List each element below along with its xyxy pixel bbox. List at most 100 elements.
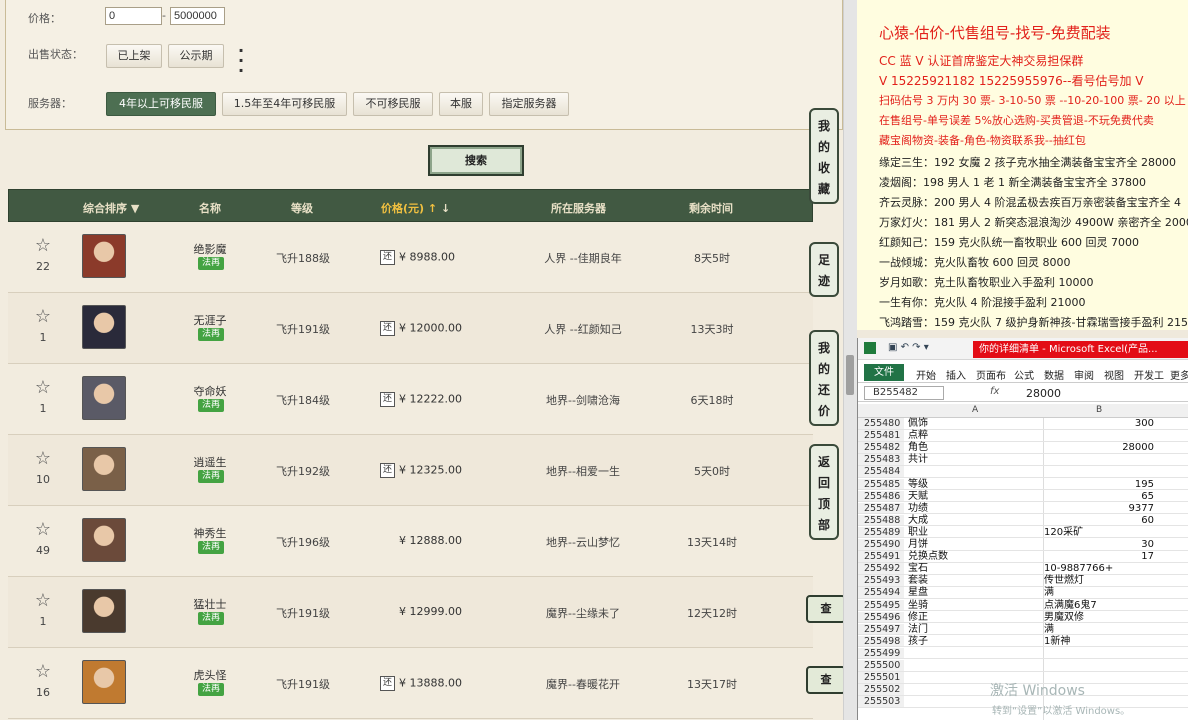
row-number[interactable]: 255482 (858, 442, 904, 453)
row-number[interactable]: 255487 (858, 502, 904, 513)
my-bargain-button[interactable]: 我的还价 (809, 330, 839, 426)
cell-b[interactable]: 17 (1044, 551, 1154, 562)
row-number[interactable]: 255486 (858, 490, 904, 501)
avatar[interactable] (82, 589, 126, 633)
server-specified-button[interactable]: 指定服务器 (489, 92, 569, 116)
table-row[interactable]: ☆ 16 虎头怪 法再 飞升191级 还 ¥ 13888.00 魔界--春暖花开 13天17时 查 (8, 648, 846, 719)
sheet-row[interactable]: 255496 修正 男魔双修 (858, 611, 1188, 624)
row-number[interactable]: 255485 (858, 478, 904, 489)
row-number[interactable]: 255498 (858, 635, 904, 647)
character-name[interactable]: 逍遥生 (184, 454, 236, 470)
sheet-row[interactable]: 255489 职业 120采矿 (858, 526, 1188, 539)
more-options-icon[interactable]: · · · (238, 43, 244, 79)
sheet-row[interactable]: 255487 功绩 9377 (858, 502, 1188, 515)
server-this-button[interactable]: 本服 (439, 92, 483, 116)
character-name[interactable]: 神秀生 (184, 525, 236, 541)
search-button[interactable]: 搜索 (428, 145, 524, 176)
cell-a[interactable]: 佩饰 (908, 418, 928, 429)
cell-a[interactable]: 孩子 (908, 636, 928, 647)
cell-b[interactable]: 点满魔6鬼7 (1044, 600, 1154, 611)
cell-b[interactable]: 满 (1044, 587, 1154, 598)
cell-a[interactable]: 坐骑 (908, 600, 928, 611)
status-public-button[interactable]: 公示期 (168, 44, 224, 68)
row-number[interactable]: 255497 (858, 623, 904, 634)
character-name[interactable]: 虎头怪 (184, 667, 236, 683)
row-number[interactable]: 255499 (858, 647, 904, 659)
formula-value[interactable]: 28000 (1026, 387, 1061, 400)
cell-a[interactable]: 等级 (908, 479, 928, 490)
cell-b[interactable]: 9377 (1044, 503, 1154, 514)
bargain-icon[interactable]: 还 (380, 392, 395, 407)
favorite-star-icon[interactable]: ☆ (33, 379, 53, 399)
character-name[interactable]: 绝影魔 (184, 241, 236, 257)
sheet-row[interactable]: 255484 (858, 466, 1188, 478)
tab-data[interactable]: 数据 (1044, 367, 1064, 382)
cell-a[interactable]: 法门 (908, 624, 928, 635)
footprint-button[interactable]: 足迹 (809, 242, 839, 297)
row-number[interactable]: 255491 (858, 551, 904, 562)
tab-formulas[interactable]: 公式 (1014, 367, 1034, 382)
server-4yr-button[interactable]: 4年以上可移民服 (106, 92, 216, 116)
sheet-row[interactable]: 255485 等级 195 (858, 478, 1188, 491)
cell-b[interactable]: 10-9887766+ (1044, 563, 1154, 574)
cell-b[interactable]: 65 (1044, 491, 1154, 502)
row-number[interactable]: 255501 (858, 672, 904, 683)
row-number[interactable]: 255483 (858, 454, 904, 465)
cell-a[interactable]: 大成 (908, 515, 928, 526)
cell-a[interactable]: 月饼 (908, 539, 928, 550)
file-tab[interactable]: 文件 (864, 364, 904, 381)
favorite-star-icon[interactable]: ☆ (33, 663, 53, 683)
cell-b[interactable]: 男魔双修 (1044, 612, 1154, 623)
character-name[interactable]: 猛壮士 (184, 596, 236, 612)
table-row[interactable]: ☆ 1 夺命妖 法再 飞升184级 还 ¥ 12222.00 地界--剑啸沧海 6天18时 (8, 364, 813, 435)
avatar[interactable] (82, 234, 126, 278)
tab-review[interactable]: 审阅 (1074, 367, 1094, 382)
sheet-grid[interactable]: 255480 佩饰 300 255481 点粹 255482 角色 28000 255483 共计… (858, 418, 1188, 720)
cell-b[interactable]: 300 (1044, 418, 1154, 429)
sheet-row[interactable]: 255490 月饼 30 (858, 539, 1188, 551)
cell-a[interactable]: 共计 (908, 454, 928, 465)
cell-a[interactable]: 功绩 (908, 503, 928, 514)
table-row[interactable]: ☆ 10 逍遥生 法再 飞升192级 还 ¥ 12325.00 地界--相爱一生 5天0时 (8, 435, 813, 506)
cell-b[interactable]: 28000 (1044, 442, 1154, 453)
name-box[interactable]: B255482 (864, 386, 944, 400)
avatar[interactable] (82, 518, 126, 562)
avatar[interactable] (82, 660, 126, 704)
column-b-header[interactable]: B (1096, 405, 1102, 415)
tab-insert[interactable]: 插入 (946, 367, 966, 382)
tab-home[interactable]: 开始 (916, 367, 936, 382)
tab-view[interactable]: 视图 (1104, 367, 1124, 382)
column-a-header[interactable]: A (972, 405, 978, 415)
row-number[interactable]: 255503 (858, 696, 904, 707)
cell-b[interactable]: 传世燃灯 (1044, 575, 1154, 586)
price-header[interactable]: 价格(元) ↑ ↓ (381, 200, 450, 216)
row-number[interactable]: 255490 (858, 539, 904, 550)
bargain-icon[interactable]: 还 (380, 463, 395, 478)
row-number[interactable]: 255484 (858, 466, 904, 477)
sheet-row[interactable]: 255480 佩饰 300 (858, 418, 1188, 430)
price-min-input[interactable] (105, 7, 162, 25)
bargain-icon[interactable]: 还 (380, 676, 395, 691)
row-number[interactable]: 255493 (858, 575, 904, 586)
sheet-row[interactable]: 255481 点粹 (858, 430, 1188, 442)
avatar[interactable] (82, 305, 126, 349)
sheet-row[interactable]: 255483 共计 (858, 454, 1188, 466)
sheet-row[interactable]: 255493 套装 传世燃灯 (858, 575, 1188, 587)
sheet-row[interactable]: 255499 (858, 647, 1188, 660)
quick-access-icons[interactable]: ▣ ↶ ↷ ▾ (888, 342, 929, 353)
status-listed-button[interactable]: 已上架 (106, 44, 162, 68)
avatar[interactable] (82, 447, 126, 491)
sort-header[interactable]: 综合排序 ▼ (83, 200, 139, 216)
bargain-icon[interactable]: 还 (380, 250, 395, 265)
cell-b[interactable]: 1新神 (1044, 636, 1154, 647)
row-number[interactable]: 255495 (858, 599, 904, 610)
table-row[interactable]: ☆ 22 绝影魔 法再 飞升188级 还 ¥ 8988.00 人界 --佳期良年 8天5时 (8, 222, 813, 293)
tab-more[interactable]: 更多 (1170, 367, 1188, 382)
sheet-row[interactable]: 255500 (858, 660, 1188, 672)
row-number[interactable]: 255480 (858, 418, 904, 429)
my-favorites-button[interactable]: 我的收藏 (809, 108, 839, 204)
favorite-star-icon[interactable]: ☆ (33, 450, 53, 470)
row-number[interactable]: 255481 (858, 430, 904, 441)
avatar[interactable] (82, 376, 126, 420)
favorite-star-icon[interactable]: ☆ (33, 237, 53, 257)
